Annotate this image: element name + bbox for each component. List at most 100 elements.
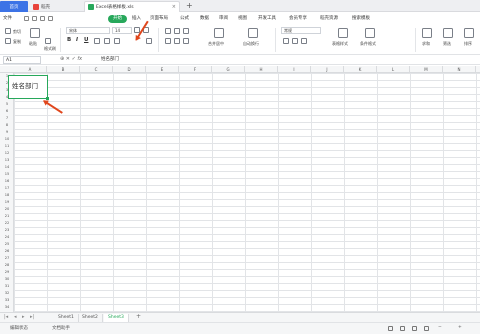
align-left-icon[interactable] (165, 38, 171, 44)
column-header-e[interactable]: E (146, 66, 179, 73)
row-header-5[interactable]: 5 (0, 101, 14, 108)
sheet-tab-2[interactable]: Sheet2 (78, 314, 103, 322)
row-header-29[interactable]: 29 (0, 269, 14, 276)
font-name-select[interactable]: 宋体 (66, 27, 110, 34)
row-header-14[interactable]: 14 (0, 164, 14, 171)
column-header-m[interactable]: M (410, 66, 443, 73)
zoom-out-button[interactable]: − (438, 325, 442, 330)
sort-button[interactable]: 排序 (464, 41, 472, 47)
row-header-8[interactable]: 8 (0, 122, 14, 129)
cut-button[interactable]: 剪切 (13, 29, 21, 35)
menu-developer[interactable]: 开发工具 (258, 15, 276, 23)
copy-icon[interactable] (5, 38, 11, 44)
column-header-f[interactable]: F (179, 66, 212, 73)
spreadsheet-grid[interactable]: ABCDEFGHIJKLMN 1 2 3 4 5 6 7 8 9 10 11 12 13 14 15 16 17… (0, 66, 480, 312)
prev-sheet-icon[interactable]: ◂ (14, 314, 17, 320)
format-painter-icon[interactable] (45, 38, 51, 44)
doc-assistant-button[interactable]: 文档助手 (52, 325, 70, 331)
wrap-text-icon[interactable] (248, 28, 258, 38)
filter-button[interactable]: 筛选 (443, 41, 451, 47)
tab-docer[interactable]: 稻壳 (30, 1, 82, 12)
menu-start[interactable]: 开始 (108, 15, 127, 23)
menu-insert[interactable]: 插入 (132, 15, 141, 23)
row-header-21[interactable]: 21 (0, 213, 14, 220)
normal-view-icon[interactable] (400, 326, 405, 331)
column-header-k[interactable]: K (344, 66, 377, 73)
row-header-11[interactable]: 11 (0, 143, 14, 150)
sheet-tab-1[interactable]: Sheet1 (54, 314, 79, 322)
sheet-tab-3[interactable]: Sheet3 (104, 314, 129, 322)
row-header-7[interactable]: 7 (0, 115, 14, 122)
row-header-6[interactable]: 6 (0, 108, 14, 115)
table-style-button[interactable]: 表格样式 (332, 41, 348, 47)
menu-member[interactable]: 会员专享 (289, 15, 307, 23)
last-sheet-icon[interactable]: ▸| (30, 314, 34, 320)
column-header-b[interactable]: B (47, 66, 80, 73)
redo-icon[interactable] (48, 16, 53, 21)
row-header-30[interactable]: 30 (0, 276, 14, 283)
border-icon[interactable] (94, 38, 100, 44)
row-header-19[interactable]: 19 (0, 199, 14, 206)
add-sheet-button[interactable]: + (136, 313, 141, 320)
format-painter-button[interactable]: 格式刷 (44, 46, 56, 52)
underline-button[interactable]: U (84, 37, 88, 43)
paste-icon[interactable] (30, 28, 40, 38)
table-style-icon[interactable] (338, 28, 348, 38)
row-header-24[interactable]: 24 (0, 234, 14, 241)
menu-view[interactable]: 视图 (238, 15, 247, 23)
bold-button[interactable]: B (67, 37, 71, 43)
row-header-9[interactable]: 9 (0, 129, 14, 136)
menu-formula[interactable]: 公式 (180, 15, 189, 23)
align-right-icon[interactable] (183, 38, 189, 44)
menu-file[interactable]: 文件 (3, 15, 12, 23)
cell-a1[interactable]: 姓名部门 (8, 75, 49, 100)
cell-reference-box[interactable]: A1 (3, 56, 41, 64)
zoom-in-button[interactable]: + (458, 325, 462, 330)
tab-file[interactable]: Excel表格样板.xls × (84, 1, 180, 12)
menu-review[interactable]: 审阅 (219, 15, 228, 23)
conditional-format-icon[interactable] (365, 28, 375, 38)
row-header-27[interactable]: 27 (0, 255, 14, 262)
confirm-icon[interactable]: ✓ (72, 56, 76, 62)
page-layout-icon[interactable] (412, 326, 417, 331)
sum-button[interactable]: 求和 (422, 41, 430, 47)
row-header-17[interactable]: 17 (0, 185, 14, 192)
menu-docer-resources[interactable]: 稻壳资源 (320, 15, 338, 23)
align-bottom-icon[interactable] (183, 28, 189, 34)
number-format-select[interactable]: 常规 (281, 27, 321, 34)
zoom-icon[interactable]: ⊕ (60, 56, 64, 62)
conditional-format-button[interactable]: 条件格式 (360, 41, 376, 47)
close-icon[interactable]: × (172, 4, 176, 10)
row-header-10[interactable]: 10 (0, 136, 14, 143)
row-header-16[interactable]: 16 (0, 178, 14, 185)
row-header-25[interactable]: 25 (0, 241, 14, 248)
column-header-i[interactable]: I (278, 66, 311, 73)
first-sheet-icon[interactable]: |◂ (4, 314, 8, 320)
merge-icon[interactable] (214, 28, 224, 38)
row-header-22[interactable]: 22 (0, 220, 14, 227)
next-sheet-icon[interactable]: ▸ (22, 314, 25, 320)
currency-icon[interactable] (283, 38, 289, 44)
column-header-j[interactable]: J (311, 66, 344, 73)
print-icon[interactable] (32, 16, 37, 21)
fill-color-icon[interactable] (104, 38, 110, 44)
row-header-32[interactable]: 32 (0, 290, 14, 297)
undo-icon[interactable] (40, 16, 45, 21)
clear-format-icon[interactable] (146, 38, 152, 44)
menu-page-layout[interactable]: 页面布局 (150, 15, 168, 23)
column-header-a[interactable]: A (14, 66, 47, 73)
menu-search-template[interactable]: 搜索模板 (352, 15, 370, 23)
formula-input[interactable]: 姓名部门 (101, 56, 476, 64)
cut-icon[interactable] (5, 28, 11, 34)
column-header-h[interactable]: H (245, 66, 278, 73)
wrap-text-button[interactable]: 自动换行 (243, 41, 259, 47)
eye-icon[interactable] (388, 326, 393, 331)
percent-icon[interactable] (292, 38, 298, 44)
sort-icon[interactable] (464, 28, 474, 38)
row-header-31[interactable]: 31 (0, 283, 14, 290)
font-size-select[interactable]: 14 (112, 27, 132, 34)
align-top-icon[interactable] (165, 28, 171, 34)
column-header-c[interactable]: C (80, 66, 113, 73)
row-header-28[interactable]: 28 (0, 262, 14, 269)
sum-icon[interactable] (422, 28, 432, 38)
